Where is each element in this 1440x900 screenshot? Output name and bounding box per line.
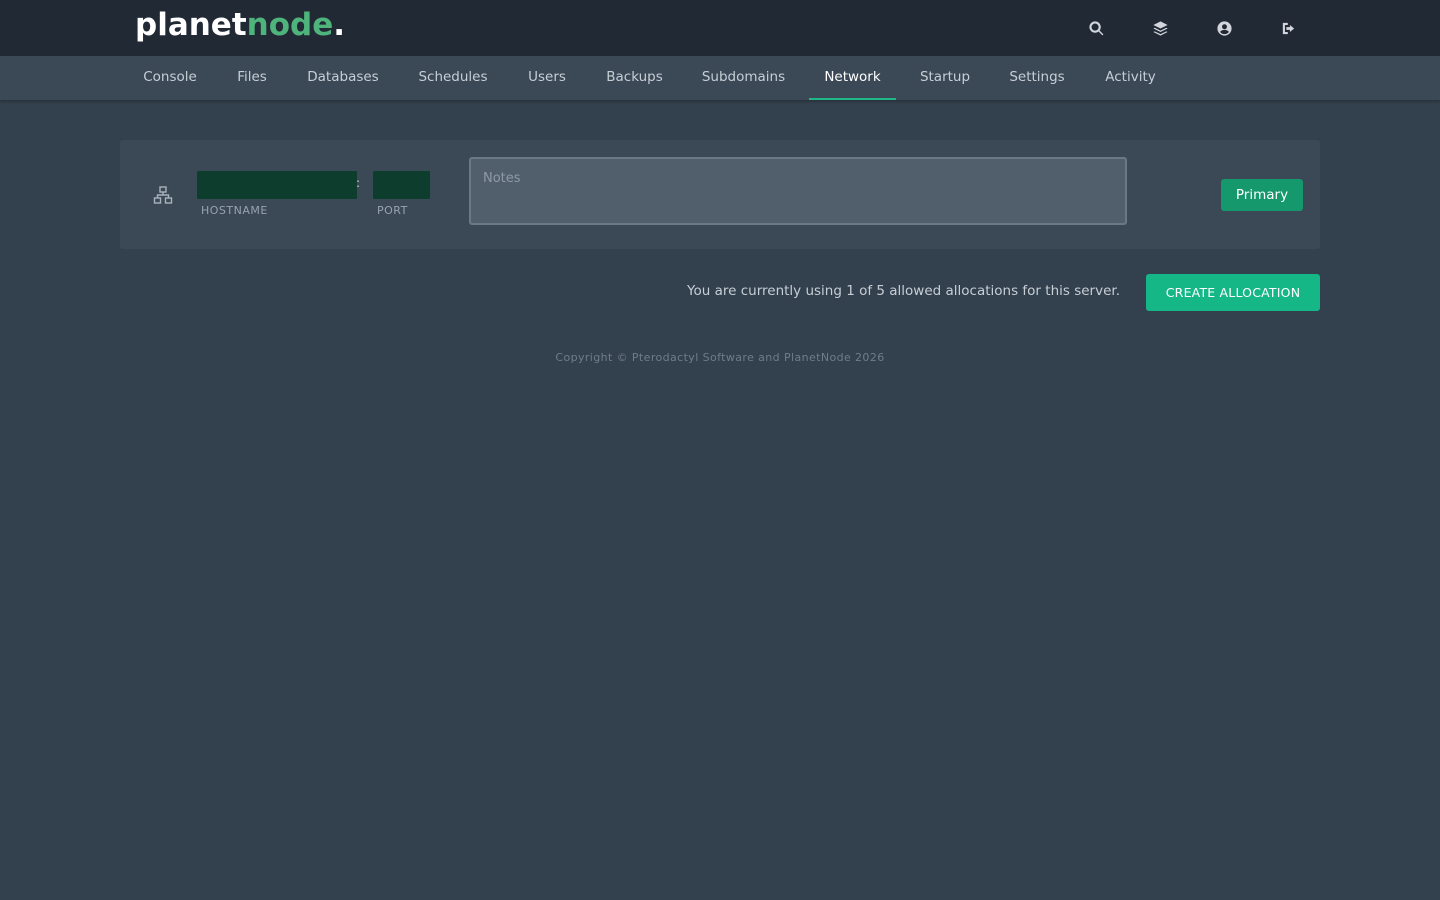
footer-copyright: Copyright © Pterodactyl Software and Pla…: [555, 351, 885, 364]
search-icon[interactable]: [1080, 16, 1112, 40]
tab-databases[interactable]: Databases: [293, 56, 393, 100]
tab-users[interactable]: Users: [513, 56, 581, 100]
port-label: PORT: [377, 204, 408, 217]
tab-subdomains[interactable]: Subdomains: [688, 56, 799, 100]
layers-icon[interactable]: [1144, 16, 1176, 40]
brand-name-main: planet: [135, 7, 247, 43]
hostname-label: HOSTNAME: [201, 204, 268, 217]
network-icon: [152, 184, 174, 206]
tab-network[interactable]: Network: [809, 56, 896, 100]
server-nav: Console Files Databases Schedules Users …: [0, 56, 1440, 100]
notes-input[interactable]: [469, 157, 1127, 225]
tab-console[interactable]: Console: [128, 56, 212, 100]
tab-files[interactable]: Files: [222, 56, 282, 100]
hostname-value[interactable]: [197, 171, 357, 199]
tab-schedules[interactable]: Schedules: [404, 56, 502, 100]
allocation-row: : HOSTNAME PORT Primary: [120, 140, 1320, 249]
sign-out-icon[interactable]: [1272, 16, 1304, 40]
brand-name-accent: node: [246, 7, 334, 43]
allocation-usage-text: You are currently using 1 of 5 allowed a…: [687, 283, 1120, 299]
create-allocation-button[interactable]: CREATE ALLOCATION: [1146, 274, 1320, 311]
brand-logo[interactable]: planetnode.: [135, 4, 345, 46]
tab-backups[interactable]: Backups: [592, 56, 677, 100]
primary-button[interactable]: Primary: [1221, 179, 1303, 211]
hostname-port-separator: :: [356, 176, 361, 190]
tab-settings[interactable]: Settings: [995, 56, 1079, 100]
tab-activity[interactable]: Activity: [1090, 56, 1171, 100]
user-circle-icon[interactable]: [1208, 16, 1240, 40]
top-icon-group: [1080, 16, 1310, 40]
tab-startup[interactable]: Startup: [906, 56, 984, 100]
brand-name-dot: .: [333, 7, 346, 43]
port-value[interactable]: [373, 171, 430, 199]
top-bar: planetnode.: [0, 0, 1440, 56]
